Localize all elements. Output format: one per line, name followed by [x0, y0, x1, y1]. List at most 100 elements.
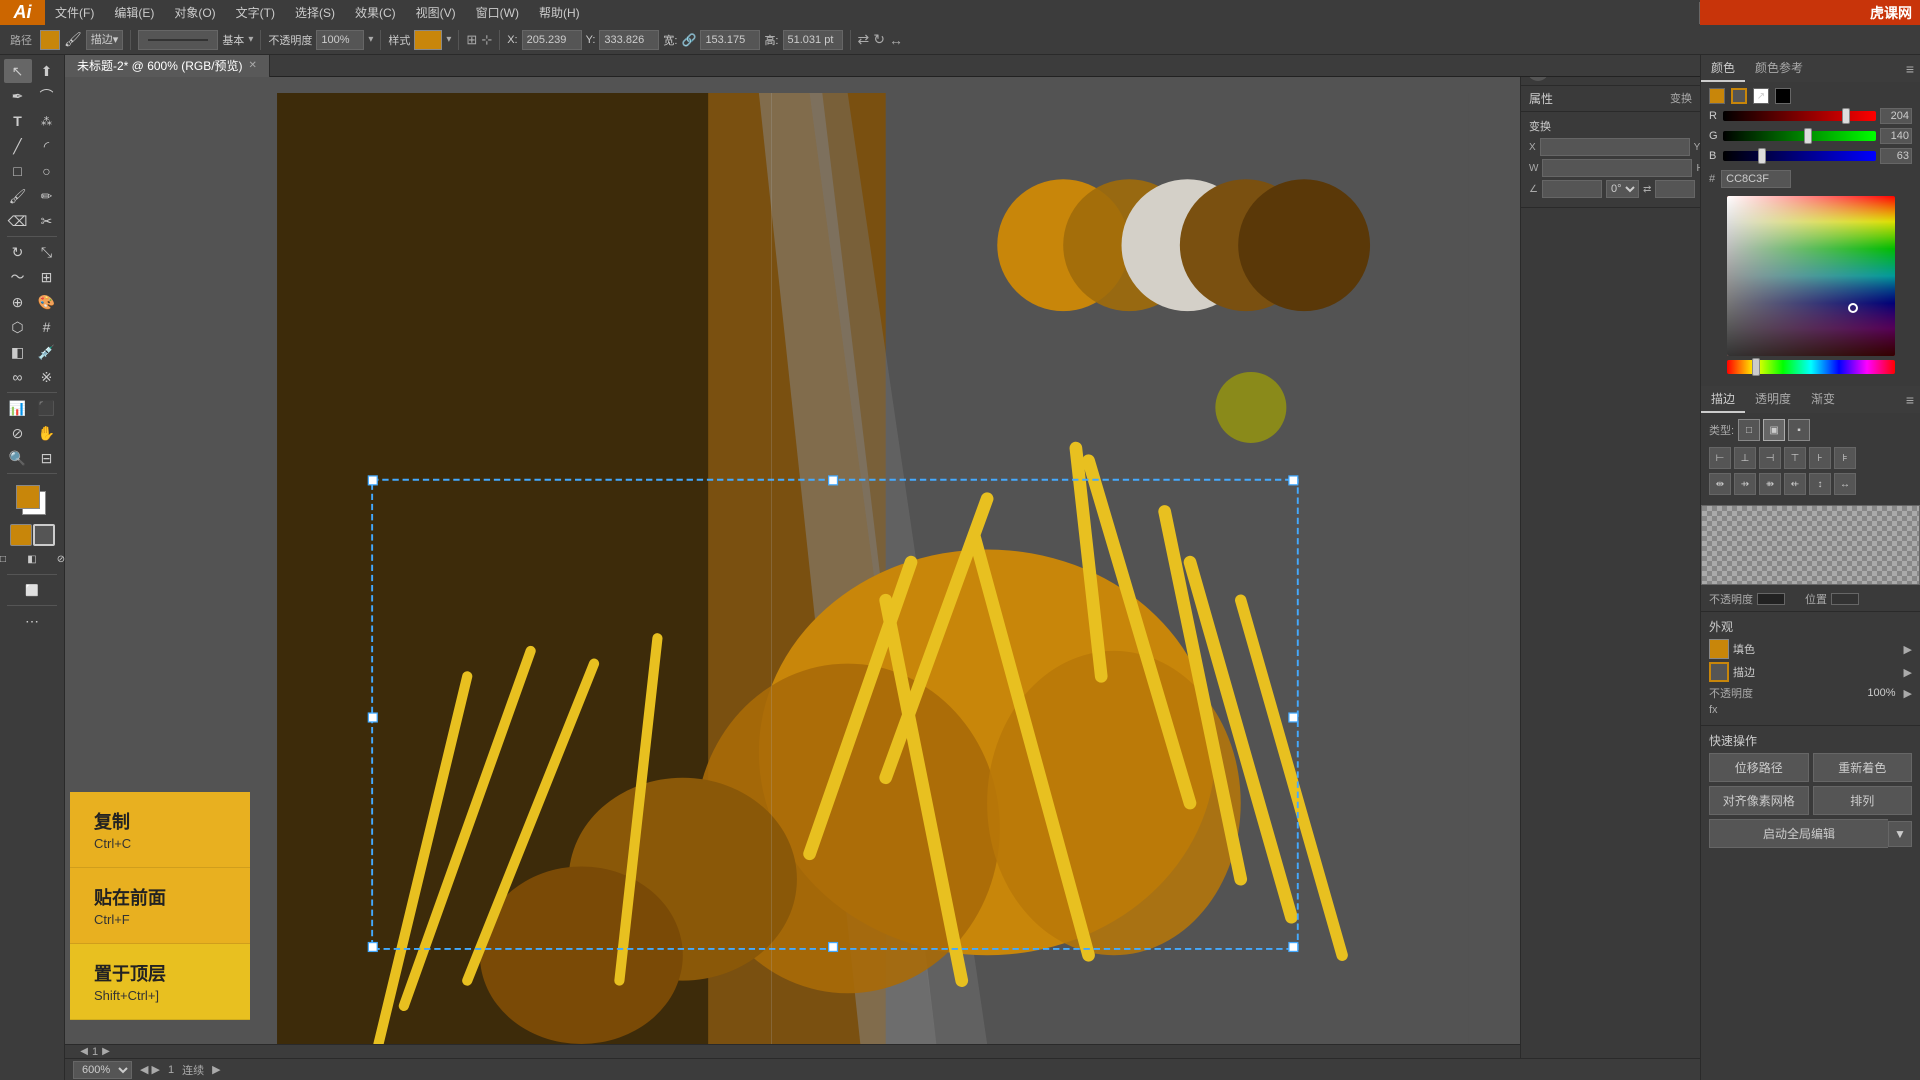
qa-recolor-btn[interactable]: 重新着色 — [1813, 753, 1913, 782]
free-transform-tool[interactable]: ⊞ — [33, 265, 61, 289]
opacity-arrow-btn[interactable]: ▶ — [1904, 687, 1912, 700]
warp-tool[interactable]: 〜 — [4, 265, 32, 289]
shear-input[interactable] — [1655, 180, 1695, 198]
qa-pixel-align-btn[interactable]: 对齐像素网格 — [1709, 786, 1809, 815]
qa-global-edit-btn[interactable]: 启动全局编辑 — [1709, 819, 1888, 848]
b-slider-track[interactable] — [1723, 151, 1876, 161]
invert-btn[interactable]: ↗ — [1753, 88, 1769, 104]
fill-box[interactable] — [10, 524, 32, 546]
angle-select[interactable]: 0° — [1606, 180, 1639, 198]
rotate-tool[interactable]: ↻ — [4, 240, 32, 264]
pen-tool[interactable]: ✒ — [4, 84, 32, 108]
r-slider-track[interactable] — [1723, 111, 1876, 121]
paintbrush-tool[interactable]: 🖌 — [4, 184, 32, 208]
opacity-input[interactable] — [316, 30, 364, 50]
h-input[interactable] — [783, 30, 843, 50]
extra-tool[interactable]: ⊟ — [33, 446, 61, 470]
tab-close[interactable]: ✕ — [249, 60, 257, 71]
style-swatch[interactable] — [414, 30, 442, 50]
gradient-tab[interactable]: 渐变 — [1801, 386, 1845, 413]
rect-tool[interactable]: □ — [4, 159, 32, 183]
color-ref-tab[interactable]: 颜色参考 — [1745, 55, 1813, 82]
menu-object[interactable]: 对象(O) — [164, 0, 225, 25]
menu-edit[interactable]: 编辑(E) — [104, 0, 164, 25]
x-input[interactable] — [522, 30, 582, 50]
arc-tool[interactable]: ◜ — [33, 134, 61, 158]
menu-view[interactable]: 视图(V) — [406, 0, 466, 25]
color-panel-menu[interactable]: ≡ — [1900, 61, 1920, 77]
slice-tool[interactable]: ⊘ — [4, 421, 32, 445]
type-tool[interactable]: T — [4, 109, 32, 133]
dist-3[interactable]: ⇻ — [1759, 473, 1781, 495]
mesh-tool[interactable]: # — [33, 315, 61, 339]
hue-thumb[interactable] — [1752, 358, 1760, 376]
context-menu-copy[interactable]: 复制 Ctrl+C — [70, 792, 250, 868]
menu-effect[interactable]: 效果(C) — [345, 0, 406, 25]
r-slider-thumb[interactable] — [1842, 108, 1850, 124]
align-top[interactable]: ⊤ — [1784, 447, 1806, 469]
menu-file[interactable]: 文件(F) — [45, 0, 104, 25]
stroke-swatch-small[interactable] — [1731, 88, 1747, 104]
symbol-tools[interactable]: ※ — [33, 365, 61, 389]
zoom-select[interactable]: 600% — [73, 1061, 132, 1079]
blend-tool[interactable]: ∞ — [4, 365, 32, 389]
trans-type-2[interactable]: ▣ — [1763, 419, 1785, 441]
fill-color-swatch[interactable] — [40, 30, 60, 50]
foreground-swatch[interactable] — [16, 485, 40, 509]
y-input[interactable] — [599, 30, 659, 50]
artboard-mode-btn[interactable]: ⬜ — [18, 578, 46, 602]
pencil-tool[interactable]: ✏ — [33, 184, 61, 208]
trans-type-3[interactable]: ▪ — [1788, 419, 1810, 441]
r-value-input[interactable]: 204 — [1880, 108, 1912, 124]
b-value-input[interactable]: 63 — [1880, 148, 1912, 164]
trans-type-1[interactable]: □ — [1738, 419, 1760, 441]
no-paint-mode[interactable]: ⊘ — [47, 547, 75, 571]
gradient-tool[interactable]: ◧ — [4, 340, 32, 364]
align-center-v[interactable]: ⊦ — [1809, 447, 1831, 469]
g-value-input[interactable]: 140 — [1880, 128, 1912, 144]
w-input[interactable] — [700, 30, 760, 50]
menu-window[interactable]: 窗口(W) — [466, 0, 529, 25]
menu-help[interactable]: 帮助(H) — [529, 0, 590, 25]
qa-offset-path-btn[interactable]: 位移路径 — [1709, 753, 1809, 782]
fill-swatch-small[interactable] — [1709, 88, 1725, 104]
stroke-appearance-swatch[interactable] — [1709, 662, 1729, 682]
g-slider-thumb[interactable] — [1804, 128, 1812, 144]
line-tool[interactable]: ╱ — [4, 134, 32, 158]
horizontal-scrollbar[interactable]: ◀ 1 ▶ — [65, 1044, 1681, 1058]
context-menu-paste-front[interactable]: 贴在前面 Ctrl+F — [70, 868, 250, 944]
align-bottom[interactable]: ⊧ — [1834, 447, 1856, 469]
trans-panel-menu[interactable]: ≡ — [1900, 392, 1920, 408]
align-right[interactable]: ⊣ — [1759, 447, 1781, 469]
stroke-select[interactable]: 描边▾ — [86, 30, 124, 50]
hand-tool[interactable]: ✋ — [33, 421, 61, 445]
angle-input[interactable]: 0° — [1542, 180, 1602, 198]
select-tool[interactable]: ↖ — [4, 59, 32, 83]
ellipse-tool[interactable]: ○ — [33, 159, 61, 183]
stroke-tab[interactable]: 描边 — [1701, 386, 1745, 413]
shape-builder-tool[interactable]: ⊕ — [4, 290, 32, 314]
next-page[interactable]: ▶ — [102, 1046, 110, 1057]
color-tab[interactable]: 颜色 — [1701, 55, 1745, 82]
artboard-tool[interactable]: ⬛ — [33, 396, 61, 420]
eraser-tool[interactable]: ⌫ — [4, 209, 32, 233]
dist-2[interactable]: ⇸ — [1734, 473, 1756, 495]
canvas-content[interactable] — [65, 93, 1681, 1044]
w-prop-input[interactable]: 333.826 — [1542, 159, 1692, 177]
color-spectrum[interactable] — [1727, 196, 1895, 356]
direct-select-tool[interactable]: ⬆ — [33, 59, 61, 83]
transparency-tab[interactable]: 透明度 — [1745, 386, 1801, 413]
artwork-canvas[interactable] — [65, 93, 1681, 1044]
hue-strip[interactable] — [1727, 360, 1895, 374]
stroke-box[interactable] — [33, 524, 55, 546]
none-btn[interactable] — [1775, 88, 1791, 104]
align-left[interactable]: ⊢ — [1709, 447, 1731, 469]
scissors-tool[interactable]: ✂ — [33, 209, 61, 233]
dist-1[interactable]: ⇹ — [1709, 473, 1731, 495]
dist-4[interactable]: ⇷ — [1784, 473, 1806, 495]
qa-arrange-btn[interactable]: 排列 — [1813, 786, 1913, 815]
dist-5[interactable]: ↕ — [1809, 473, 1831, 495]
align-center-h[interactable]: ⊥ — [1734, 447, 1756, 469]
fill-appearance-swatch[interactable] — [1709, 639, 1729, 659]
document-tab[interactable]: 未标题-2* @ 600% (RGB/预览) ✕ — [65, 55, 270, 77]
